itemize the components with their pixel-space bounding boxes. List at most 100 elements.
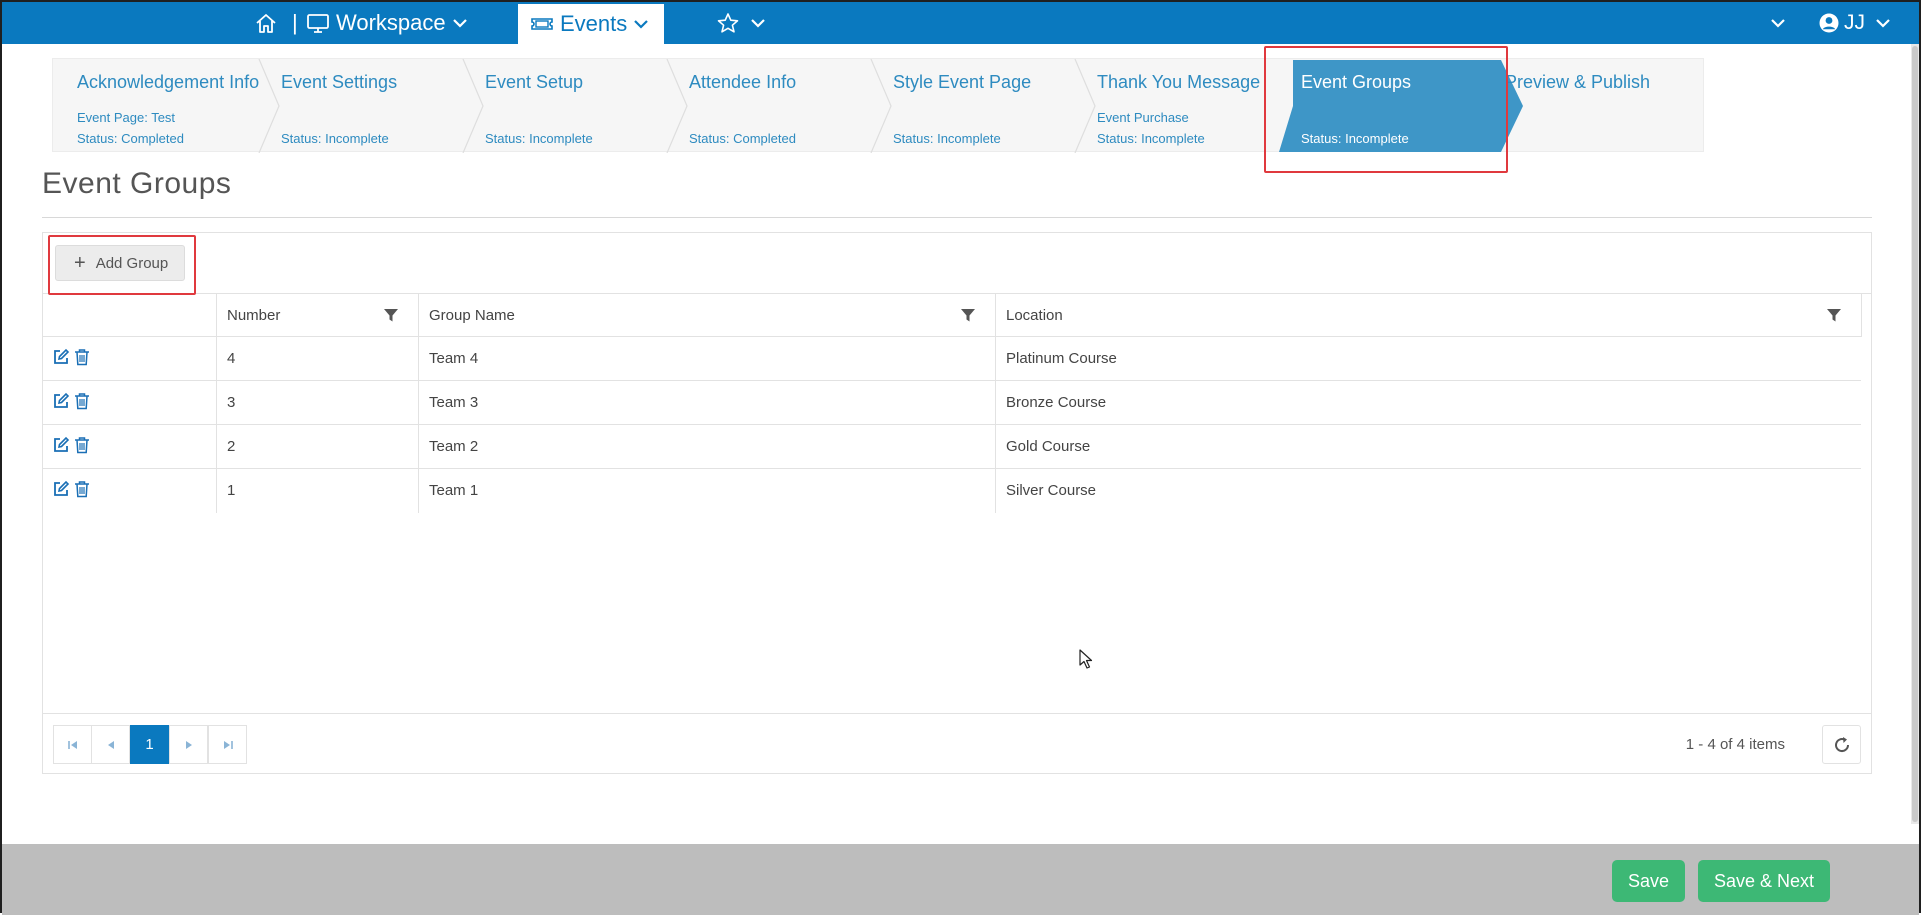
cell-value: Platinum Course [1006,350,1117,367]
chevron-down-icon [634,20,649,29]
column-header-location[interactable]: Location [995,294,1861,337]
cell-location: Silver Course [995,469,1861,513]
next-page-button[interactable] [169,725,208,764]
cell-value: Team 2 [429,438,479,455]
step-title: Event Settings [281,72,398,92]
cell-value: Bronze Course [1006,394,1107,411]
workspace-menu[interactable]: Workspace [306,2,468,44]
grid-pager: 1 1 - 4 of 4 items [43,713,1871,774]
step-status: Status: Completed [77,131,184,146]
step-status: Status: Incomplete [1097,131,1205,146]
cell-number: 2 [216,425,418,469]
cell-group-name: Team 3 [418,381,995,425]
table-row: 2 Team 2 Gold Course [43,425,1861,469]
cell-group-name: Team 2 [418,425,995,469]
step-detail: Event Page: Test [77,110,176,125]
row-actions [43,337,216,381]
favorites-menu[interactable] [716,2,766,44]
ticket-icon [531,18,553,30]
mouse-cursor-icon [1079,649,1093,669]
refresh-button[interactable] [1822,725,1861,764]
user-menu[interactable]: JJ [1818,2,1891,44]
column-label: Group Name [429,307,515,324]
grid-header: Number Group Name Location [43,294,1861,337]
home-icon[interactable] [254,2,278,44]
prev-page-icon [107,740,114,749]
grid-toolbar: + Add Group [43,233,1871,294]
edit-icon[interactable] [52,348,70,366]
page-scrollbar-thumb[interactable] [1912,46,1918,822]
cell-number: 4 [216,337,418,381]
column-label: Number [227,307,281,324]
title-divider [42,217,1872,218]
edit-icon[interactable] [52,392,70,410]
step-status: Status: Completed [689,131,796,146]
step-status: Status: Incomplete [893,131,1001,146]
row-actions [43,425,216,469]
step-divider [258,59,280,153]
table-row: 4 Team 4 Platinum Course [43,337,1861,381]
filter-icon[interactable] [383,307,399,323]
grid-header-edge [1861,294,1862,337]
edit-icon[interactable] [52,480,70,498]
step-title: Acknowledgement Info [77,72,260,92]
column-header-group-name[interactable]: Group Name [418,294,995,337]
cell-location: Platinum Course [995,337,1861,381]
first-page-icon [67,740,77,749]
add-group-highlight [48,235,196,295]
trash-icon[interactable] [74,392,90,410]
actions-column-header [43,294,216,337]
table-row: 1 Team 1 Silver Course [43,469,1861,513]
row-actions [43,381,216,425]
filter-icon[interactable] [960,307,976,323]
step-title: Event Setup [485,72,584,92]
cell-value: 2 [227,438,236,455]
monitor-icon [307,14,329,33]
prev-page-button[interactable] [91,725,130,764]
save-button[interactable]: Save [1612,860,1685,902]
step-divider [462,59,484,153]
groups-grid: + Add Group Number Group Name Location 4… [42,232,1872,774]
user-initials: JJ [1844,11,1865,34]
events-menu[interactable]: Events [518,4,664,44]
next-page-icon [185,740,192,749]
column-label: Location [1006,307,1063,324]
table-row: 3 Team 3 Bronze Course [43,381,1861,425]
pager-info: 1 - 4 of 4 items [1685,736,1785,753]
cell-group-name: Team 1 [418,469,995,513]
cell-location: Bronze Course [995,381,1861,425]
trash-icon[interactable] [74,480,90,498]
save-next-button[interactable]: Save & Next [1698,860,1830,902]
active-step-highlight [1264,46,1508,173]
chevron-down-icon [751,19,765,28]
trash-icon[interactable] [74,436,90,454]
last-page-icon [223,740,233,749]
top-nav-bar: | Workspace Events JJ [2,2,1919,44]
nav-separator: | [292,10,298,35]
page-number-button[interactable]: 1 [130,725,169,764]
cell-location: Gold Course [995,425,1861,469]
notifications-dropdown[interactable] [1770,2,1786,44]
cell-value: Team 1 [429,482,479,499]
edit-icon[interactable] [52,436,70,454]
footer-bar: Save Save & Next [2,844,1919,915]
star-icon [717,13,739,33]
step-status: Status: Incomplete [281,131,389,146]
column-header-number[interactable]: Number [216,294,418,337]
filter-icon[interactable] [1826,307,1842,323]
cell-value: 4 [227,350,236,367]
step-divider [870,59,892,153]
last-page-button[interactable] [208,725,247,764]
step-status: Status: Incomplete [485,131,593,146]
step-title: Attendee Info [689,72,797,92]
cell-group-name: Team 4 [418,337,995,381]
cell-value: Gold Course [1006,438,1091,455]
first-page-button[interactable] [53,725,92,764]
trash-icon[interactable] [74,348,90,366]
user-circle-icon [1819,13,1839,33]
refresh-icon [1834,736,1849,752]
step-title: Preview & Publish [1505,72,1651,92]
step-divider [666,59,688,153]
chevron-down-icon [1771,19,1785,28]
cell-value: Team 4 [429,350,479,367]
